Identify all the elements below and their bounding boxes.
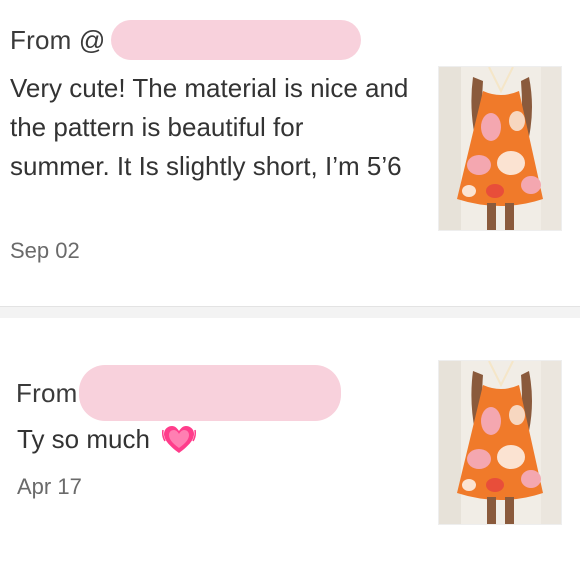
review-text-row: Ty so much	[17, 420, 417, 459]
review-text: Very cute! The material is nice and the …	[10, 73, 409, 181]
review-date: Sep 02	[10, 238, 80, 263]
redacted-username	[79, 365, 342, 421]
review-author-row: From @	[10, 20, 362, 60]
review-card: From @ Very cute! The material is nice a…	[0, 0, 580, 306]
review-text: Ty so much	[17, 424, 150, 454]
from-label: From	[16, 377, 78, 408]
review-photo-thumbnail[interactable]	[438, 66, 562, 231]
review-author-row: From	[16, 364, 342, 422]
redacted-username	[111, 20, 362, 60]
review-date: Apr 17	[17, 474, 82, 499]
reviews-page: From @ Very cute! The material is nice a…	[0, 0, 580, 580]
dress-photo-icon	[439, 67, 561, 230]
heart-icon	[161, 424, 196, 456]
dress-photo-icon	[439, 361, 561, 524]
review-photo-thumbnail[interactable]	[438, 360, 562, 525]
from-label: From @	[10, 24, 106, 55]
section-divider	[0, 306, 580, 318]
